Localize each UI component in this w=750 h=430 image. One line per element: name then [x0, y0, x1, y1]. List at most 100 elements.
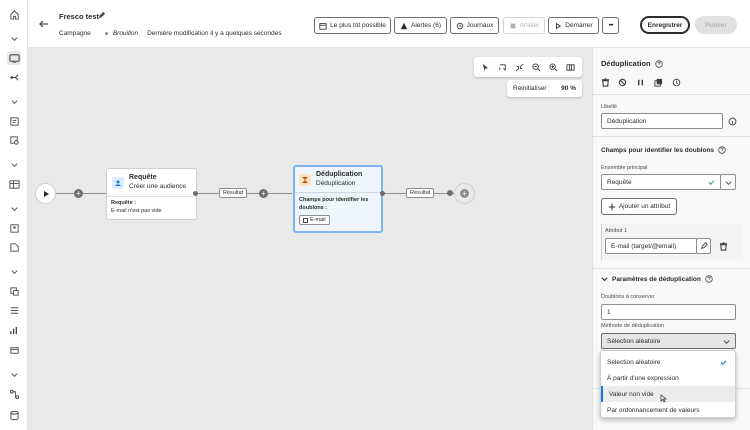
chevron-down-icon[interactable] — [7, 31, 21, 45]
save-button[interactable]: Enregistrer — [640, 16, 690, 34]
more-button[interactable]: ••• — [602, 17, 619, 34]
start-node[interactable] — [35, 183, 56, 204]
collapse-icon[interactable] — [515, 63, 524, 72]
segment-icon[interactable] — [7, 240, 21, 254]
add-end-button[interactable]: + — [454, 183, 475, 204]
publish-button[interactable]: Publier — [695, 16, 737, 34]
status-badge: Brouillon — [112, 30, 139, 37]
table-icon[interactable] — [7, 177, 21, 191]
campaign-meta: Campagne Brouillon Dernière modification… — [59, 30, 282, 37]
label-caption: Libellé — [601, 104, 617, 110]
menu-option-non-empty[interactable]: Valeur non vide — [601, 386, 735, 403]
zoom-out-icon[interactable] — [532, 62, 541, 72]
output-port[interactable] — [193, 191, 198, 196]
calendar-icon — [319, 22, 327, 30]
zoom-in-icon[interactable] — [549, 62, 558, 72]
field-icon — [303, 217, 308, 223]
menu-option-expression[interactable]: À partir d'une expression — [601, 370, 735, 386]
menu-option-ordering[interactable]: Par ordonnancement de valeurs — [601, 402, 735, 418]
chevron-down-icon[interactable] — [7, 94, 21, 108]
add-activity-button[interactable]: + — [259, 189, 268, 198]
last-modified: Dernière modification il y a quelques se… — [147, 30, 282, 37]
select-pointer-icon[interactable] — [481, 63, 490, 72]
alerts-label: Alertes (6) — [411, 22, 441, 29]
menu-option-label: À partir d'une expression — [607, 374, 679, 382]
params-section-title[interactable]: Paramètres de déduplication — [601, 275, 713, 283]
chevron-down-icon[interactable] — [7, 264, 21, 278]
main-set-dropdown-button[interactable] — [720, 174, 736, 190]
deduplication-icon — [299, 174, 311, 186]
audience-icon — [112, 177, 124, 189]
output-port[interactable] — [380, 191, 385, 196]
dedup-title: Déduplication — [316, 171, 363, 178]
pause-icon[interactable] — [636, 78, 645, 87]
divider — [593, 136, 750, 137]
play-icon — [43, 190, 49, 197]
add-attribute-button[interactable]: Ajouter un attribut — [601, 198, 677, 215]
chevron-down-icon[interactable] — [7, 367, 21, 381]
label-input[interactable]: Déduplication — [601, 113, 723, 129]
left-nav-rail — [0, 0, 28, 430]
channels-icon[interactable] — [7, 343, 21, 357]
home-icon[interactable] — [7, 7, 21, 21]
list-icon[interactable] — [7, 303, 21, 317]
edit-pencil-icon[interactable] — [97, 11, 106, 20]
workflow-canvas[interactable]: Réinitialiser 90 % + + Requête Créer une… — [28, 48, 592, 430]
database-icon[interactable] — [7, 408, 21, 422]
alerts-button[interactable]: Alertes (6) — [394, 17, 447, 34]
help-icon[interactable] — [718, 146, 726, 154]
minimap-icon[interactable] — [566, 63, 575, 72]
divider — [295, 192, 381, 193]
history-icon[interactable] — [672, 78, 681, 87]
journey-icon[interactable] — [7, 70, 21, 84]
logs-button[interactable]: Journaux — [450, 17, 499, 34]
campaign-icon[interactable] — [7, 51, 21, 65]
chevron-down-icon[interactable] — [7, 157, 21, 171]
disable-icon[interactable] — [618, 78, 627, 87]
schedule-label: Le plus tôt possible — [330, 22, 386, 29]
back-arrow-icon[interactable] — [38, 18, 50, 30]
duplicates-input[interactable]: 1 — [601, 304, 736, 320]
help-icon[interactable] — [705, 275, 713, 283]
add-attribute-label: Ajouter un attribut — [618, 203, 671, 210]
delete-icon[interactable] — [719, 242, 728, 251]
workflow-icon[interactable] — [7, 387, 21, 401]
content-icon[interactable] — [7, 114, 21, 128]
search-content-icon[interactable] — [7, 133, 21, 147]
method-dropdown-menu: Sélection aléatoire À partir d'une expre… — [600, 350, 736, 418]
copy-icon[interactable] — [654, 78, 663, 87]
attribute-input[interactable]: E-mail (target/@email) — [605, 238, 697, 254]
start-label: Démarrer — [565, 22, 593, 29]
add-activity-button[interactable]: + — [74, 189, 83, 198]
method-select[interactable]: Sélection aléatoire — [601, 333, 736, 349]
query-subtitle: Créer une audience — [129, 183, 187, 190]
query-activity-card[interactable]: Requête Créer une audience Requête : E-m… — [106, 168, 197, 220]
main-set-field[interactable]: Requête — [601, 174, 721, 190]
menu-option-random[interactable]: Sélection aléatoire — [601, 354, 735, 370]
start-button[interactable]: Démarrer — [548, 17, 599, 34]
chevron-down-icon — [601, 276, 608, 281]
pan-icon[interactable] — [498, 63, 507, 72]
chevron-down-icon[interactable] — [7, 201, 21, 215]
main-set-value: Requête — [607, 178, 632, 186]
stop-button[interactable]: Arrêter — [503, 17, 545, 34]
assets-icon[interactable] — [7, 284, 21, 298]
edit-attribute-button[interactable] — [696, 238, 711, 254]
help-icon[interactable] — [654, 59, 663, 68]
info-icon[interactable] — [728, 117, 737, 126]
chevron-down-icon — [723, 340, 730, 344]
field-tag: E-mail — [299, 215, 330, 225]
method-value: Sélection aléatoire — [607, 337, 661, 345]
campaign-type: Campagne — [59, 30, 91, 37]
schedule-button[interactable]: Le plus tôt possible — [314, 17, 391, 34]
delete-icon[interactable] — [601, 78, 610, 87]
audience-icon[interactable] — [7, 221, 21, 235]
canvas-toolbar — [474, 57, 582, 77]
connector-dot — [447, 190, 453, 196]
menu-option-label: Sélection aléatoire — [607, 358, 661, 366]
reset-zoom-button[interactable]: Réinitialiser — [513, 85, 547, 92]
deduplication-activity-card[interactable]: Déduplication Déduplication Champs pour … — [293, 165, 383, 233]
menu-option-label: Valeur non vide — [609, 390, 654, 398]
reports-icon[interactable] — [7, 323, 21, 337]
divider — [593, 94, 750, 95]
